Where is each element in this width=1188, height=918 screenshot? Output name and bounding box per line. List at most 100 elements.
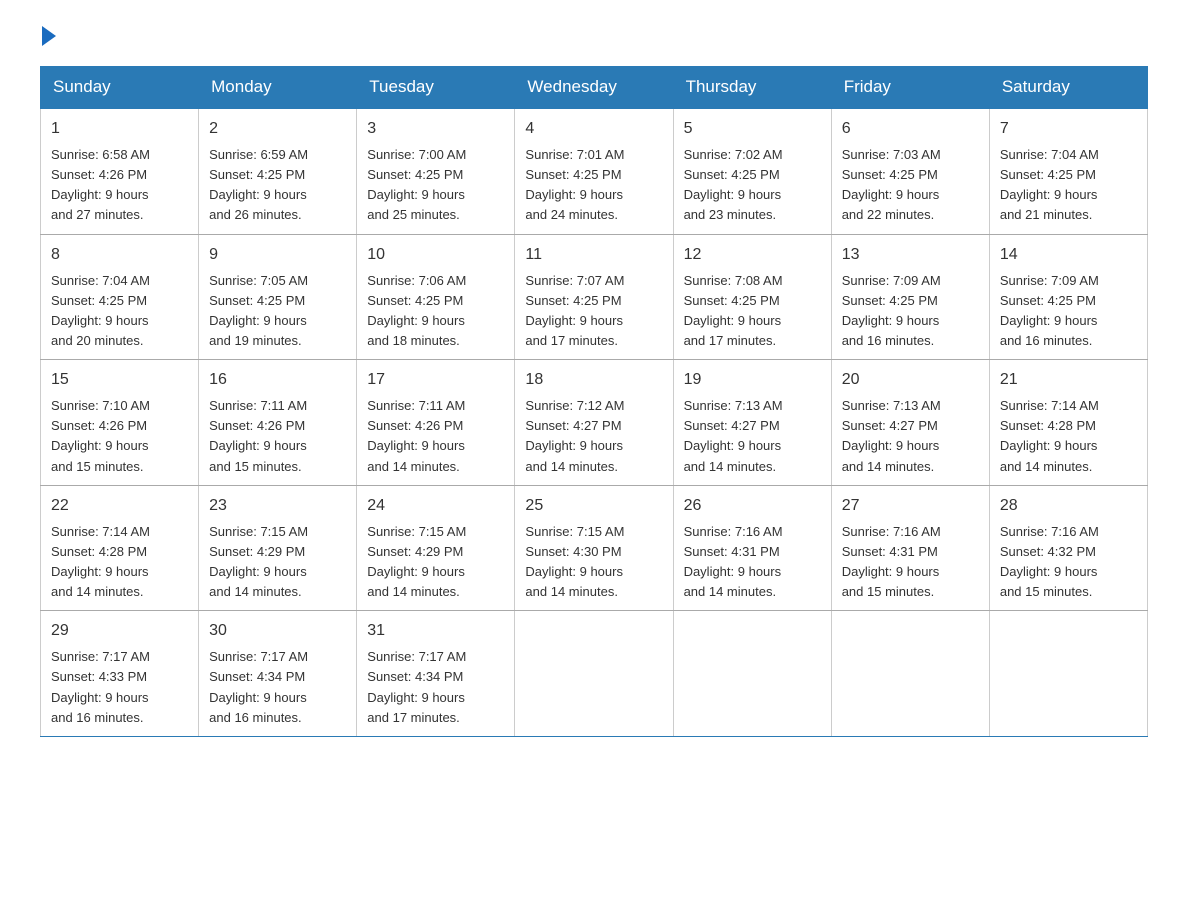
day-info-line: and 19 minutes. xyxy=(209,333,302,348)
calendar-cell xyxy=(831,611,989,737)
day-number: 5 xyxy=(684,117,821,141)
day-info-line: Sunset: 4:25 PM xyxy=(842,167,938,182)
day-info-line: Daylight: 9 hours xyxy=(525,313,623,328)
day-number: 22 xyxy=(51,494,188,518)
day-info: Sunrise: 7:16 AMSunset: 4:31 PMDaylight:… xyxy=(842,522,979,603)
calendar-cell: 2Sunrise: 6:59 AMSunset: 4:25 PMDaylight… xyxy=(199,108,357,234)
day-number: 17 xyxy=(367,368,504,392)
day-info: Sunrise: 7:15 AMSunset: 4:29 PMDaylight:… xyxy=(209,522,346,603)
day-info-line: Sunrise: 7:00 AM xyxy=(367,147,466,162)
day-info-line: Sunset: 4:25 PM xyxy=(1000,293,1096,308)
day-info-line: Sunrise: 7:02 AM xyxy=(684,147,783,162)
day-info-line: Daylight: 9 hours xyxy=(367,313,465,328)
day-info-line: Daylight: 9 hours xyxy=(209,187,307,202)
day-info-line: Daylight: 9 hours xyxy=(209,438,307,453)
day-info: Sunrise: 6:59 AMSunset: 4:25 PMDaylight:… xyxy=(209,145,346,226)
day-info-line: Daylight: 9 hours xyxy=(684,187,782,202)
calendar-cell: 18Sunrise: 7:12 AMSunset: 4:27 PMDayligh… xyxy=(515,360,673,486)
day-info: Sunrise: 7:03 AMSunset: 4:25 PMDaylight:… xyxy=(842,145,979,226)
day-info-line: Sunrise: 7:04 AM xyxy=(51,273,150,288)
day-info-line: Sunrise: 7:03 AM xyxy=(842,147,941,162)
calendar-cell: 31Sunrise: 7:17 AMSunset: 4:34 PMDayligh… xyxy=(357,611,515,737)
day-number: 20 xyxy=(842,368,979,392)
calendar-cell: 6Sunrise: 7:03 AMSunset: 4:25 PMDaylight… xyxy=(831,108,989,234)
day-number: 29 xyxy=(51,619,188,643)
day-info-line: Sunset: 4:31 PM xyxy=(842,544,938,559)
day-info-line: and 14 minutes. xyxy=(367,459,460,474)
day-number: 21 xyxy=(1000,368,1137,392)
day-info-line: and 16 minutes. xyxy=(842,333,935,348)
calendar-week-row: 15 Sunrise: 7:10 AM Sunset: 4:26 PM Dayligh… xyxy=(41,360,1148,486)
day-info-line: Sunrise: 7:04 AM xyxy=(1000,147,1099,162)
day-info-line: and 16 minutes. xyxy=(209,710,302,725)
day-info: Sunrise: 7:09 AMSunset: 4:25 PMDaylight:… xyxy=(1000,271,1137,352)
day-number: 28 xyxy=(1000,494,1137,518)
day-info-line: Sunset: 4:28 PM xyxy=(1000,418,1096,433)
day-info-line: Sunrise: 7:16 AM xyxy=(1000,524,1099,539)
calendar-cell: 14Sunrise: 7:09 AMSunset: 4:25 PMDayligh… xyxy=(989,234,1147,360)
calendar-week-row: 29Sunrise: 7:17 AMSunset: 4:33 PMDayligh… xyxy=(41,611,1148,737)
calendar-cell: 8Sunrise: 7:04 AMSunset: 4:25 PMDaylight… xyxy=(41,234,199,360)
calendar-cell: 3Sunrise: 7:00 AMSunset: 4:25 PMDaylight… xyxy=(357,108,515,234)
day-header-wednesday: Wednesday xyxy=(515,67,673,109)
day-info-line: and 18 minutes. xyxy=(367,333,460,348)
day-header-sunday: Sunday xyxy=(41,67,199,109)
day-info-line: Sunrise: 7:10 AM xyxy=(51,398,150,413)
day-info-line: and 24 minutes. xyxy=(525,207,618,222)
day-info-line: Sunrise: 7:11 AM xyxy=(209,398,307,413)
day-info-line: Sunset: 4:32 PM xyxy=(1000,544,1096,559)
day-info-line: Sunrise: 7:07 AM xyxy=(525,273,624,288)
day-info-line: Daylight: 9 hours xyxy=(525,438,623,453)
day-info-line: and 14 minutes. xyxy=(842,459,935,474)
day-info: Sunrise: 7:17 AMSunset: 4:33 PMDaylight:… xyxy=(51,647,188,728)
day-info-line: Sunset: 4:31 PM xyxy=(684,544,780,559)
day-header-tuesday: Tuesday xyxy=(357,67,515,109)
day-info-line: Sunrise: 7:17 AM xyxy=(367,649,466,664)
calendar-cell: 29 Sunrise: 7:17 AMSunset: 4:33 PMDayligh… xyxy=(41,611,199,737)
day-number: 6 xyxy=(842,117,979,141)
calendar-cell: 16Sunrise: 7:11 AMSunset: 4:26 PMDayligh… xyxy=(199,360,357,486)
day-info-line: Sunrise: 7:09 AM xyxy=(842,273,941,288)
day-info-line: Sunset: 4:33 PM xyxy=(51,669,147,684)
day-number: 18 xyxy=(525,368,662,392)
day-info: Sunrise: 7:14 AMSunset: 4:28 PMDaylight:… xyxy=(51,522,188,603)
calendar-cell: 17Sunrise: 7:11 AMSunset: 4:26 PMDayligh… xyxy=(357,360,515,486)
day-info-line: Daylight: 9 hours xyxy=(209,564,307,579)
day-header-friday: Friday xyxy=(831,67,989,109)
day-info: Sunrise: 7:17 AMSunset: 4:34 PMDaylight:… xyxy=(209,647,346,728)
day-info-line: Sunset: 4:26 PM xyxy=(51,418,147,433)
day-info-line: Sunset: 4:25 PM xyxy=(367,167,463,182)
day-info-line: Daylight: 9 hours xyxy=(209,313,307,328)
calendar-cell: 28Sunrise: 7:16 AMSunset: 4:32 PMDayligh… xyxy=(989,485,1147,611)
day-info-line: and 15 minutes. xyxy=(209,459,302,474)
day-info-line: and 14 minutes. xyxy=(684,459,777,474)
day-info-line: and 14 minutes. xyxy=(684,584,777,599)
day-info: Sunrise: 7:06 AMSunset: 4:25 PMDaylight:… xyxy=(367,271,504,352)
day-number: 15 xyxy=(51,368,188,392)
calendar-cell: 15Sunrise: 7:10 AMSunset: 4:26 PMDayligh… xyxy=(41,360,199,486)
day-info-line: and 20 minutes. xyxy=(51,333,144,348)
day-header-monday: Monday xyxy=(199,67,357,109)
day-info-line: Sunset: 4:29 PM xyxy=(367,544,463,559)
day-info-line: Sunrise: 7:01 AM xyxy=(525,147,624,162)
calendar-cell: 19Sunrise: 7:13 AMSunset: 4:27 PMDayligh… xyxy=(673,360,831,486)
calendar-header-row: SundayMondayTuesdayWednesdayThursdayFrid… xyxy=(41,67,1148,109)
day-info-line: Daylight: 9 hours xyxy=(842,564,940,579)
day-header-thursday: Thursday xyxy=(673,67,831,109)
day-number: 8 xyxy=(51,243,188,267)
day-info-line: and 14 minutes. xyxy=(367,584,460,599)
day-info-line: Sunrise: 7:14 AM xyxy=(1000,398,1099,413)
day-info-line: and 22 minutes. xyxy=(842,207,935,222)
calendar-cell: 9Sunrise: 7:05 AMSunset: 4:25 PMDaylight… xyxy=(199,234,357,360)
day-info-line: Sunrise: 7:09 AM xyxy=(1000,273,1099,288)
day-number: 4 xyxy=(525,117,662,141)
day-info-line: Daylight: 9 hours xyxy=(367,690,465,705)
day-info: Sunrise: 7:13 AMSunset: 4:27 PMDaylight:… xyxy=(684,396,821,477)
day-info-line: and 14 minutes. xyxy=(1000,459,1093,474)
day-info: Sunrise: 7:15 AMSunset: 4:30 PMDaylight:… xyxy=(525,522,662,603)
day-info-line: Daylight: 9 hours xyxy=(684,438,782,453)
day-number: 23 xyxy=(209,494,346,518)
calendar-week-row: 8 Sunrise: 7:04 AM Sunset: 4:25 PM Daylight… xyxy=(41,234,1148,360)
day-number: 10 xyxy=(367,243,504,267)
day-info-line: Sunset: 4:25 PM xyxy=(209,293,305,308)
